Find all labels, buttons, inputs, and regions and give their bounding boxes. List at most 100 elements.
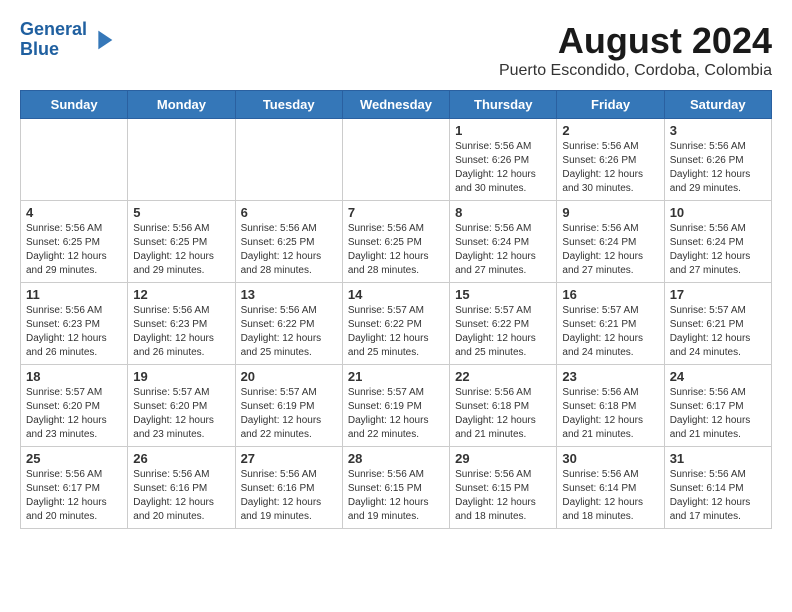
day-info: Sunrise: 5:56 AMSunset: 6:23 PMDaylight:…: [133, 304, 229, 360]
day-info: Sunrise: 5:57 AMSunset: 6:20 PMDaylight:…: [133, 386, 229, 442]
day-number: 23: [562, 369, 658, 384]
day-info: Sunrise: 5:56 AMSunset: 6:16 PMDaylight:…: [241, 468, 337, 524]
day-number: 22: [455, 369, 551, 384]
logo: General Blue: [20, 20, 117, 60]
calendar-cell: 26 Sunrise: 5:56 AMSunset: 6:16 PMDayligh…: [128, 447, 235, 529]
calendar-cell: 15 Sunrise: 5:57 AMSunset: 6:22 PMDayligh…: [450, 283, 557, 365]
logo-icon: [89, 26, 117, 54]
day-info: Sunrise: 5:57 AMSunset: 6:19 PMDaylight:…: [348, 386, 444, 442]
day-info: Sunrise: 5:56 AMSunset: 6:14 PMDaylight:…: [562, 468, 658, 524]
day-number: 15: [455, 287, 551, 302]
day-number: 3: [670, 123, 766, 138]
calendar-table: SundayMondayTuesdayWednesdayThursdayFrid…: [20, 90, 772, 529]
day-number: 18: [26, 369, 122, 384]
day-info: Sunrise: 5:56 AMSunset: 6:18 PMDaylight:…: [455, 386, 551, 442]
week-row-5: 25 Sunrise: 5:56 AMSunset: 6:17 PMDayligh…: [21, 447, 772, 529]
day-info: Sunrise: 5:57 AMSunset: 6:22 PMDaylight:…: [455, 304, 551, 360]
calendar-cell: 17 Sunrise: 5:57 AMSunset: 6:21 PMDayligh…: [664, 283, 771, 365]
calendar-cell: 2Sunrise: 5:56 AMSunset: 6:26 PMDaylight…: [557, 119, 664, 201]
day-header-sunday: Sunday: [21, 91, 128, 119]
day-info: Sunrise: 5:56 AMSunset: 6:15 PMDaylight:…: [455, 468, 551, 524]
calendar-cell: 7Sunrise: 5:56 AMSunset: 6:25 PMDaylight…: [342, 201, 449, 283]
day-info: Sunrise: 5:56 AMSunset: 6:25 PMDaylight:…: [133, 222, 229, 278]
calendar-cell: 11 Sunrise: 5:56 AMSunset: 6:23 PMDayligh…: [21, 283, 128, 365]
day-info: Sunrise: 5:56 AMSunset: 6:22 PMDaylight:…: [241, 304, 337, 360]
day-number: 19: [133, 369, 229, 384]
calendar-cell: 20Sunrise: 5:57 AMSunset: 6:19 PMDayligh…: [235, 365, 342, 447]
calendar-cell: 24Sunrise: 5:56 AMSunset: 6:17 PMDayligh…: [664, 365, 771, 447]
day-header-thursday: Thursday: [450, 91, 557, 119]
day-number: 11: [26, 287, 122, 302]
day-info: Sunrise: 5:56 AMSunset: 6:24 PMDaylight:…: [670, 222, 766, 278]
calendar-cell: [342, 119, 449, 201]
day-header-friday: Friday: [557, 91, 664, 119]
logo-line2: Blue: [20, 39, 59, 59]
calendar-cell: 21 Sunrise: 5:57 AMSunset: 6:19 PMDayligh…: [342, 365, 449, 447]
calendar-cell: 22 Sunrise: 5:56 AMSunset: 6:18 PMDayligh…: [450, 365, 557, 447]
subtitle: Puerto Escondido, Cordoba, Colombia: [499, 62, 772, 80]
day-number: 27: [241, 451, 337, 466]
day-header-monday: Monday: [128, 91, 235, 119]
day-number: 28: [348, 451, 444, 466]
day-number: 30: [562, 451, 658, 466]
day-number: 16: [562, 287, 658, 302]
day-number: 24: [670, 369, 766, 384]
day-number: 10: [670, 205, 766, 220]
day-info: Sunrise: 5:56 AMSunset: 6:17 PMDaylight:…: [26, 468, 122, 524]
header: General Blue August 2024 Puerto Escondid…: [20, 20, 772, 80]
day-number: 20: [241, 369, 337, 384]
day-info: Sunrise: 5:57 AMSunset: 6:21 PMDaylight:…: [562, 304, 658, 360]
day-info: Sunrise: 5:56 AMSunset: 6:26 PMDaylight:…: [562, 140, 658, 196]
calendar-cell: [235, 119, 342, 201]
main-title: August 2024: [499, 20, 772, 62]
day-number: 17: [670, 287, 766, 302]
calendar-cell: 28 Sunrise: 5:56 AMSunset: 6:15 PMDayligh…: [342, 447, 449, 529]
day-info: Sunrise: 5:56 AMSunset: 6:25 PMDaylight:…: [348, 222, 444, 278]
title-area: August 2024 Puerto Escondido, Cordoba, C…: [499, 20, 772, 80]
calendar-cell: 23Sunrise: 5:56 AMSunset: 6:18 PMDayligh…: [557, 365, 664, 447]
day-header-row: SundayMondayTuesdayWednesdayThursdayFrid…: [21, 91, 772, 119]
week-row-2: 4 Sunrise: 5:56 AMSunset: 6:25 PMDaylight…: [21, 201, 772, 283]
day-info: Sunrise: 5:56 AMSunset: 6:24 PMDaylight:…: [562, 222, 658, 278]
day-header-tuesday: Tuesday: [235, 91, 342, 119]
calendar-cell: 1Sunrise: 5:56 AMSunset: 6:26 PMDaylight…: [450, 119, 557, 201]
day-info: Sunrise: 5:56 AMSunset: 6:24 PMDaylight:…: [455, 222, 551, 278]
calendar-cell: 29 Sunrise: 5:56 AMSunset: 6:15 PMDayligh…: [450, 447, 557, 529]
day-info: Sunrise: 5:57 AMSunset: 6:21 PMDaylight:…: [670, 304, 766, 360]
day-number: 13: [241, 287, 337, 302]
day-info: Sunrise: 5:56 AMSunset: 6:16 PMDaylight:…: [133, 468, 229, 524]
week-row-3: 11 Sunrise: 5:56 AMSunset: 6:23 PMDayligh…: [21, 283, 772, 365]
day-number: 4: [26, 205, 122, 220]
calendar-cell: 14Sunrise: 5:57 AMSunset: 6:22 PMDayligh…: [342, 283, 449, 365]
day-number: 26: [133, 451, 229, 466]
calendar-cell: [128, 119, 235, 201]
calendar-cell: 9Sunrise: 5:56 AMSunset: 6:24 PMDaylight…: [557, 201, 664, 283]
day-info: Sunrise: 5:56 AMSunset: 6:23 PMDaylight:…: [26, 304, 122, 360]
day-header-wednesday: Wednesday: [342, 91, 449, 119]
day-number: 31: [670, 451, 766, 466]
calendar-cell: 5Sunrise: 5:56 AMSunset: 6:25 PMDaylight…: [128, 201, 235, 283]
day-info: Sunrise: 5:56 AMSunset: 6:25 PMDaylight:…: [26, 222, 122, 278]
logo-text: General Blue: [20, 20, 87, 60]
logo-line1: General: [20, 19, 87, 39]
day-number: 12: [133, 287, 229, 302]
calendar-cell: 10 Sunrise: 5:56 AMSunset: 6:24 PMDayligh…: [664, 201, 771, 283]
day-info: Sunrise: 5:56 AMSunset: 6:26 PMDaylight:…: [670, 140, 766, 196]
calendar-cell: 16 Sunrise: 5:57 AMSunset: 6:21 PMDayligh…: [557, 283, 664, 365]
calendar-cell: [21, 119, 128, 201]
day-number: 25: [26, 451, 122, 466]
day-number: 6: [241, 205, 337, 220]
week-row-4: 18 Sunrise: 5:57 AMSunset: 6:20 PMDayligh…: [21, 365, 772, 447]
calendar-cell: 4 Sunrise: 5:56 AMSunset: 6:25 PMDaylight…: [21, 201, 128, 283]
calendar-cell: 25 Sunrise: 5:56 AMSunset: 6:17 PMDayligh…: [21, 447, 128, 529]
calendar-cell: 3 Sunrise: 5:56 AMSunset: 6:26 PMDaylight…: [664, 119, 771, 201]
calendar-cell: 31 Sunrise: 5:56 AMSunset: 6:14 PMDayligh…: [664, 447, 771, 529]
calendar-cell: 19 Sunrise: 5:57 AMSunset: 6:20 PMDayligh…: [128, 365, 235, 447]
day-info: Sunrise: 5:56 AMSunset: 6:25 PMDaylight:…: [241, 222, 337, 278]
day-number: 29: [455, 451, 551, 466]
day-info: Sunrise: 5:56 AMSunset: 6:14 PMDaylight:…: [670, 468, 766, 524]
day-header-saturday: Saturday: [664, 91, 771, 119]
day-number: 21: [348, 369, 444, 384]
day-info: Sunrise: 5:56 AMSunset: 6:15 PMDaylight:…: [348, 468, 444, 524]
calendar-cell: 12 Sunrise: 5:56 AMSunset: 6:23 PMDayligh…: [128, 283, 235, 365]
